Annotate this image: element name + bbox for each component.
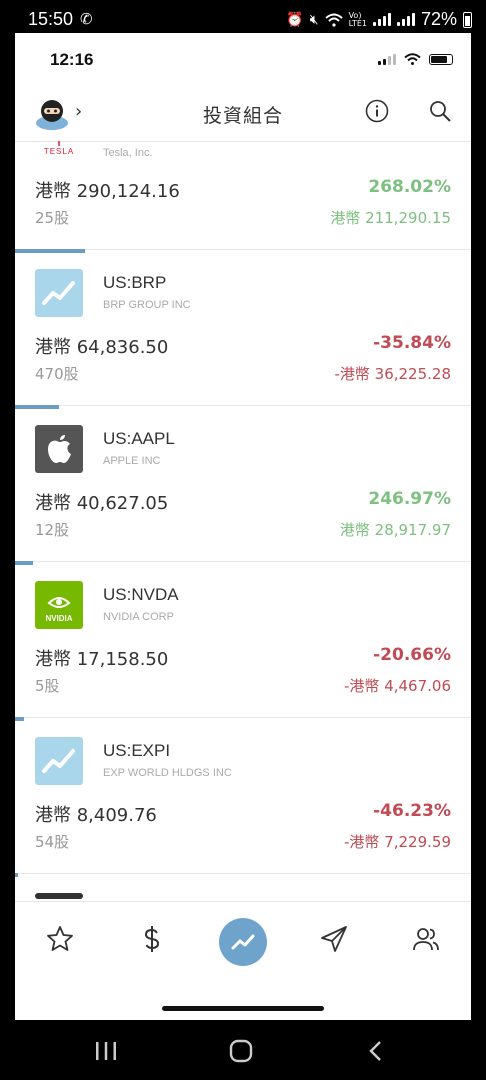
mute-icon: 🔇︎ bbox=[309, 11, 319, 28]
return-percent: 268.02% bbox=[368, 177, 451, 197]
home-icon[interactable] bbox=[229, 1039, 253, 1063]
ios-time: 12:16 bbox=[50, 50, 94, 69]
svg-text:TESLA: TESLA bbox=[44, 147, 74, 156]
alarm-icon: ⏰ bbox=[286, 11, 304, 28]
apple-logo bbox=[35, 425, 83, 473]
weight-bar bbox=[15, 873, 18, 877]
tesla-logo: TESLA bbox=[35, 141, 83, 161]
search-icon bbox=[430, 101, 451, 122]
holding-row[interactable]: US:EXPI EXP WORLD HLDGS INC 港幣 8,409.76 … bbox=[15, 717, 471, 874]
weight-bar bbox=[15, 717, 24, 721]
home-indicator[interactable] bbox=[162, 1006, 324, 1011]
battery-percent: 72% bbox=[420, 9, 457, 29]
ticker: US:EXPI bbox=[103, 741, 171, 760]
weight-bar bbox=[15, 249, 85, 253]
page-title: 投資組合 bbox=[202, 105, 283, 127]
trend-icon[interactable] bbox=[219, 918, 267, 966]
search-button[interactable] bbox=[428, 99, 452, 123]
company-name: Tesla, Inc. bbox=[103, 147, 153, 159]
battery-icon bbox=[429, 54, 453, 65]
company-name: NVIDIA CORP bbox=[103, 611, 174, 623]
holding-value: 港幣 40,627.05 bbox=[35, 493, 169, 514]
placeholder-logo bbox=[35, 269, 83, 317]
bottom-nav bbox=[15, 901, 471, 1020]
cellular-icon bbox=[378, 54, 396, 65]
app-screen: 12:16 › 投資組合 TESLA Tesla, Inc. 港幣 290,12… bbox=[15, 33, 471, 1020]
weight-bar bbox=[15, 561, 33, 565]
holding-row[interactable]: NVIDIA US:NVDA NVIDIA CORP 港幣 17,158.50 … bbox=[15, 561, 471, 718]
system-time: 15:50 bbox=[28, 9, 74, 29]
holding-row[interactable] bbox=[15, 873, 471, 901]
holding-row[interactable]: US:AAPL APPLE INC 港幣 40,627.05 12股 246.9… bbox=[15, 405, 471, 562]
signal-icon bbox=[396, 13, 415, 26]
info-button[interactable] bbox=[365, 99, 389, 123]
phone-icon: ✆ bbox=[80, 10, 93, 28]
dollar-icon[interactable] bbox=[137, 924, 167, 954]
nvidia-logo: NVIDIA bbox=[35, 581, 83, 629]
return-percent: 246.97% bbox=[368, 489, 451, 509]
holding-quantity: 54股 bbox=[35, 833, 70, 851]
holding-row[interactable]: US:BRP BRP GROUP INC 港幣 64,836.50 470股 -… bbox=[15, 249, 471, 406]
return-amount: -港幣 4,467.06 bbox=[344, 677, 451, 695]
android-nav-bar bbox=[0, 1020, 486, 1080]
info-icon bbox=[365, 99, 389, 123]
recent-apps-icon[interactable] bbox=[94, 1040, 118, 1062]
header: › 投資組合 bbox=[15, 85, 471, 142]
holding-quantity: 470股 bbox=[35, 365, 79, 383]
company-name: APPLE INC bbox=[103, 455, 161, 467]
people-icon[interactable] bbox=[411, 924, 441, 954]
ticker: US:AAPL bbox=[103, 429, 175, 448]
return-amount: -港幣 36,225.28 bbox=[334, 365, 451, 383]
ticker: US:NVDA bbox=[103, 585, 179, 604]
wifi-icon bbox=[404, 53, 421, 65]
holding-row[interactable]: TESLA Tesla, Inc. 港幣 290,124.16 25股 268.… bbox=[15, 141, 471, 250]
holding-quantity: 12股 bbox=[35, 521, 70, 539]
holding-value: 港幣 290,124.16 bbox=[35, 181, 180, 202]
wifi-icon bbox=[324, 13, 343, 27]
return-percent: -20.66% bbox=[373, 645, 451, 665]
holding-value: 港幣 64,836.50 bbox=[35, 337, 169, 358]
battery-icon bbox=[463, 11, 472, 28]
return-percent: -46.23% bbox=[373, 801, 451, 821]
placeholder-logo bbox=[35, 737, 83, 785]
return-amount: 港幣 211,290.15 bbox=[330, 209, 451, 227]
holding-value: 港幣 17,158.50 bbox=[35, 649, 169, 670]
holding-value: 港幣 8,409.76 bbox=[35, 805, 157, 826]
volte-icon: Vo) LTE1 bbox=[348, 10, 367, 28]
weight-bar bbox=[15, 405, 59, 409]
send-icon[interactable] bbox=[319, 924, 349, 954]
signal-icon bbox=[372, 13, 391, 26]
return-percent: -35.84% bbox=[373, 333, 451, 353]
company-name: EXP WORLD HLDGS INC bbox=[103, 767, 232, 779]
return-amount: -港幣 7,229.59 bbox=[344, 833, 451, 851]
return-amount: 港幣 28,917.97 bbox=[339, 521, 451, 539]
holding-logo bbox=[35, 893, 83, 899]
holding-quantity: 25股 bbox=[35, 209, 70, 227]
back-icon[interactable] bbox=[368, 1040, 384, 1062]
ticker: US:BRP bbox=[103, 273, 167, 292]
star-icon[interactable] bbox=[45, 924, 75, 954]
holdings-list: TESLA Tesla, Inc. 港幣 290,124.16 25股 268.… bbox=[15, 141, 471, 901]
holding-quantity: 5股 bbox=[35, 677, 60, 695]
svg-text:NVIDIA: NVIDIA bbox=[45, 614, 72, 623]
company-name: BRP GROUP INC bbox=[103, 299, 191, 311]
